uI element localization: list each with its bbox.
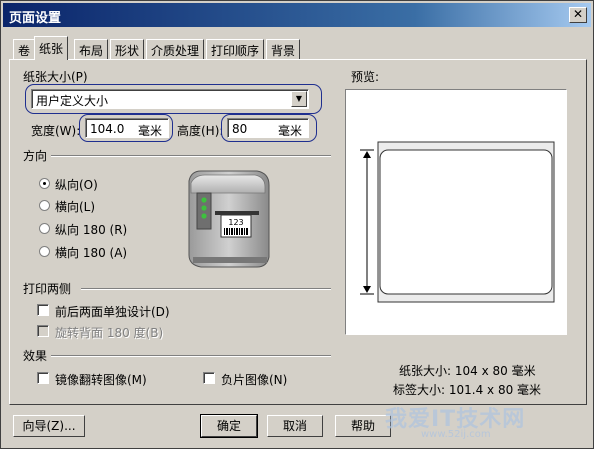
radio-landscape-180[interactable] (39, 246, 50, 257)
tab-roll[interactable]: 卷 (13, 39, 36, 59)
page-setup-dialog: 页面设置 ✕ 卷 纸张 布局 形状 介质处理 打印顺序 背景 纸张大小(P) 用… (0, 0, 594, 449)
label-printer-icon: 123 (188, 170, 270, 268)
duplex-divider (81, 288, 331, 290)
landscape-label[interactable]: 横向(L) (55, 198, 95, 215)
checkbox-negative[interactable] (203, 372, 215, 384)
tab-print-order[interactable]: 打印顺序 (206, 39, 265, 59)
orientation-divider (51, 155, 331, 157)
orientation-group-title: 方向 (21, 147, 50, 164)
tab-shape[interactable]: 形状 (110, 39, 145, 59)
tab-media-handling[interactable]: 介质处理 (146, 39, 205, 59)
tab-layout[interactable]: 布局 (74, 39, 109, 59)
mirror-label[interactable]: 镜像翻转图像(M) (55, 371, 147, 388)
height-value: 80 (232, 122, 248, 136)
portrait-180-label[interactable]: 纵向 180 (R) (55, 221, 127, 238)
paper-size-info: 纸张大小: 104 x 80 毫米 (399, 364, 536, 378)
help-button[interactable]: 帮助 (335, 415, 391, 437)
separate-sides-label[interactable]: 前后两面单独设计(D) (55, 303, 170, 320)
checkbox-separate-sides[interactable] (37, 304, 49, 316)
cancel-button[interactable]: 取消 (267, 415, 323, 437)
label-size-info: 标签大小: 101.4 x 80 毫米 (393, 383, 542, 397)
watermark-url: www.52ij.com (421, 429, 491, 440)
radio-portrait[interactable] (39, 178, 50, 189)
effects-group-title: 效果 (21, 347, 50, 364)
height-field[interactable]: 80 毫米 (227, 118, 309, 138)
rotate-back-label: 旋转背面 180 度(B) (55, 326, 164, 340)
portrait-label[interactable]: 纵向(O) (55, 176, 98, 193)
negative-label[interactable]: 负片图像(N) (221, 371, 287, 388)
width-value: 104.0 (90, 122, 125, 136)
duplex-group-title: 打印两侧 (21, 280, 74, 297)
tab-background[interactable]: 背景 (266, 39, 301, 59)
close-button[interactable]: ✕ (569, 7, 587, 23)
window-title: 页面设置 (9, 11, 62, 26)
paper-size-label: 纸张大小(P) (23, 70, 88, 84)
preview-pane (345, 89, 567, 335)
wizard-button[interactable]: 向导(Z)... (13, 415, 85, 437)
checkbox-rotate-back (37, 325, 49, 337)
paper-size-select[interactable]: 用户定义大小 ▼ (31, 89, 309, 109)
height-label: 高度(H): (177, 124, 224, 138)
effects-divider (51, 355, 331, 357)
ok-button[interactable]: 确定 (200, 414, 258, 438)
width-field[interactable]: 104.0 毫米 (85, 118, 169, 138)
preview-drawing (360, 141, 555, 303)
landscape-180-label[interactable]: 横向 180 (A) (55, 244, 127, 261)
printer-label-text: 123 (228, 218, 243, 227)
paper-size-value: 用户定义大小 (36, 94, 109, 108)
width-label: 宽度(W): (31, 124, 81, 138)
title-bar[interactable]: 页面设置 ✕ (3, 3, 591, 27)
radio-portrait-180[interactable] (39, 223, 50, 234)
height-unit: 毫米 (277, 124, 302, 138)
chevron-down-icon[interactable]: ▼ (291, 91, 307, 107)
radio-landscape[interactable] (39, 200, 50, 211)
tab-paper[interactable]: 纸张 (34, 36, 69, 60)
width-unit: 毫米 (137, 124, 162, 138)
checkbox-mirror[interactable] (37, 372, 49, 384)
preview-label: 预览: (351, 70, 380, 84)
